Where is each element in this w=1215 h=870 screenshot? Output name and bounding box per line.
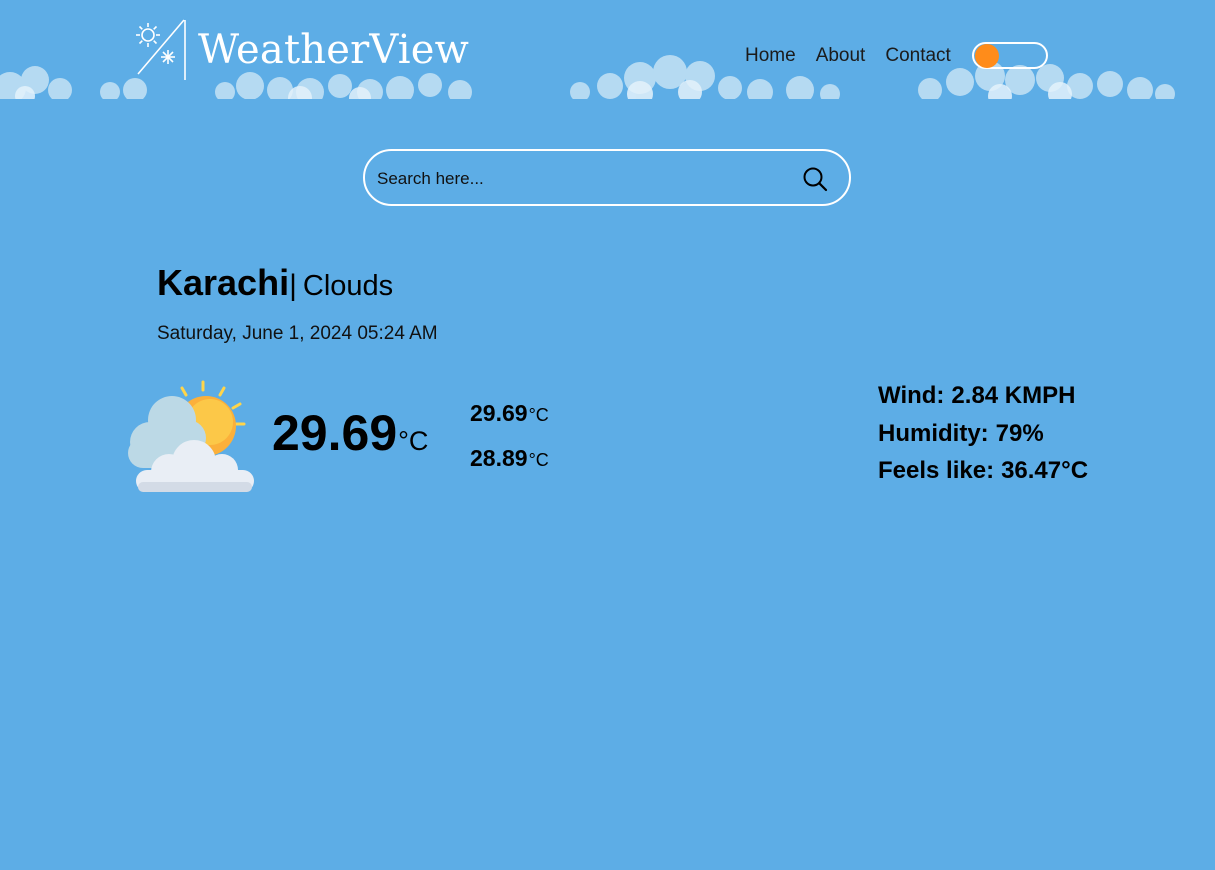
humidity-row: Humidity: 79% (878, 420, 1088, 458)
wind-label: Wind: (878, 382, 945, 409)
search-bar (363, 149, 851, 206)
min-temperature-unit: °C (528, 450, 549, 470)
search-input[interactable] (375, 165, 779, 193)
sun-behind-clouds-icon (128, 380, 254, 492)
min-max-temperatures: 29.69 °C 28.89 °C (470, 400, 549, 490)
header: WeatherView Home About Contact (0, 0, 1215, 99)
city-name: Karachi (157, 262, 290, 303)
feels-like-row: Feels like: 36.47°C (878, 457, 1088, 495)
theme-toggle[interactable] (971, 42, 1048, 69)
wind-value: 2.84 KMPH (951, 382, 1076, 409)
toggle-knob (974, 44, 999, 68)
max-temperature-value: 29.69 (470, 400, 528, 426)
max-temperature-unit: °C (528, 405, 549, 425)
date-time: Saturday, June 1, 2024 05:24 AM (157, 323, 438, 344)
humidity-label: Humidity: (878, 419, 989, 447)
location-heading: Karachi | Clouds (157, 262, 393, 304)
feels-like-label: Feels like: (878, 457, 995, 484)
heading-separator: | (289, 269, 297, 302)
current-temperature: 29.69 °C (272, 404, 428, 462)
search-icon[interactable] (802, 166, 828, 192)
logo[interactable]: WeatherView (134, 18, 469, 82)
weather-condition: Clouds (302, 270, 394, 302)
nav-contact-link[interactable]: Contact (885, 45, 950, 67)
max-temperature: 29.69 °C (470, 400, 549, 445)
weather-details: Wind: 2.84 KMPH Humidity: 79% Feels like… (878, 382, 1088, 495)
main-nav: Home About Contact (745, 42, 1048, 69)
temperature-unit: °C (398, 426, 429, 456)
min-temperature-value: 28.89 (470, 445, 528, 471)
nav-about-link[interactable]: About (816, 45, 866, 67)
wind-row: Wind: 2.84 KMPH (878, 382, 1088, 420)
humidity-value: 79% (995, 419, 1044, 447)
logo-weather-icon (136, 19, 186, 80)
min-temperature: 28.89 °C (470, 445, 549, 490)
logo-text: WeatherView (198, 27, 470, 73)
nav-home-link[interactable]: Home (745, 45, 796, 67)
feels-like-value: 36.47°C (1001, 457, 1089, 484)
temperature-value: 29.69 (272, 405, 398, 461)
